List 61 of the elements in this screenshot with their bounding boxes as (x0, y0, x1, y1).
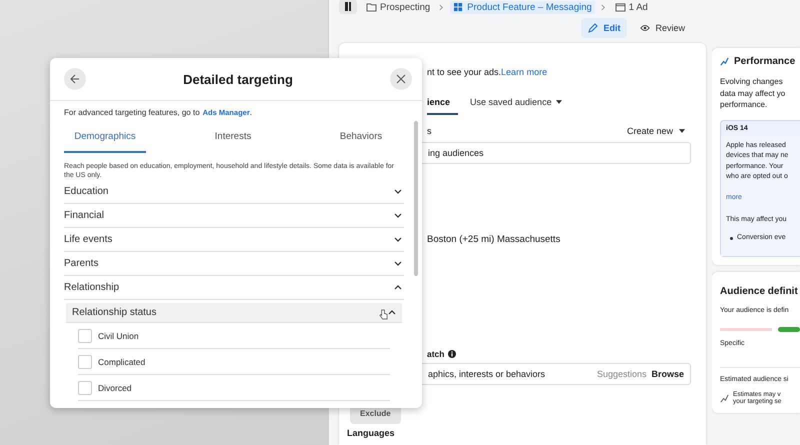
card-text: Evolving changes data may affect yo performance. (720, 76, 786, 111)
browse-link[interactable]: Browse (651, 369, 684, 379)
option-label: Complicated (98, 356, 146, 367)
bullet-icon (730, 237, 733, 240)
breadcrumb-item[interactable]: Prospecting (363, 0, 434, 14)
hand-cursor-icon (379, 309, 388, 320)
languages-label: Languages (347, 428, 396, 438)
category-row[interactable]: Relationship (64, 276, 404, 300)
hint-period: . (250, 108, 252, 117)
location-text: Boston (+25 mi) Massachusetts (427, 234, 560, 245)
match-label: atch (427, 349, 444, 359)
intro-text: nt to see your ads. (427, 67, 502, 77)
subcategory-row[interactable]: Relationship status (66, 303, 402, 324)
targeting-tab[interactable]: Interests (192, 127, 274, 153)
trend-icon (720, 57, 729, 66)
option-label: Civil Union (98, 330, 139, 341)
dialog-title: Detailed targeting (183, 72, 293, 86)
mode-tab[interactable]: Edit (581, 18, 628, 38)
info-icon[interactable] (448, 350, 456, 358)
pencil-icon (588, 23, 598, 33)
create-new-button[interactable]: Create new (620, 125, 691, 137)
suggestions-link[interactable]: Suggestions (596, 369, 646, 379)
eye-icon (640, 23, 650, 33)
section-label: s (427, 126, 432, 136)
hint-text: For advanced targeting features, go to (64, 108, 200, 117)
scrollbar[interactable] (414, 121, 418, 276)
card-title: Audience definit (720, 286, 799, 297)
checkbox[interactable] (78, 354, 92, 369)
checkbox[interactable] (78, 380, 92, 395)
grid-icon (453, 2, 464, 12)
category-row[interactable]: Education (64, 180, 404, 204)
trend-icon (720, 394, 729, 403)
chevron-down-icon (394, 213, 402, 218)
option-label: Divorced (98, 382, 132, 393)
close-icon (396, 74, 406, 84)
back-arrow-icon (70, 74, 80, 84)
category-row[interactable]: Financial (64, 204, 404, 228)
audience-tab[interactable]: Use saved audience (470, 93, 570, 115)
chevron-down-icon (394, 237, 402, 242)
category-row[interactable]: Parents (64, 252, 404, 276)
breadcrumb-item[interactable]: Product Feature – Messaging (450, 0, 595, 14)
chevron-down-icon (394, 189, 402, 194)
checkbox[interactable] (78, 328, 92, 343)
window-icon (614, 2, 626, 12)
card-title: Performance (734, 56, 796, 67)
chevron-up-icon (388, 310, 396, 316)
folder-icon (366, 2, 377, 12)
close-button[interactable] (390, 68, 412, 90)
learn-more-link[interactable]: Learn more (501, 67, 548, 77)
chevron-right-icon (439, 4, 444, 10)
breadcrumb-item[interactable]: 1 Ad (612, 0, 651, 14)
mode-tab[interactable]: Review (633, 18, 692, 38)
targeting-tab[interactable]: Demographics (64, 127, 146, 153)
chevron-right-icon (600, 4, 606, 10)
caret-icon (679, 129, 685, 133)
chevron-up-icon (394, 285, 402, 290)
chevron-down-icon (394, 261, 402, 266)
field-text: aphics, interests or behaviors (428, 369, 546, 379)
back-button[interactable] (64, 68, 86, 90)
audience-tab[interactable]: ience (427, 93, 458, 115)
category-row[interactable]: Life events (64, 228, 404, 252)
